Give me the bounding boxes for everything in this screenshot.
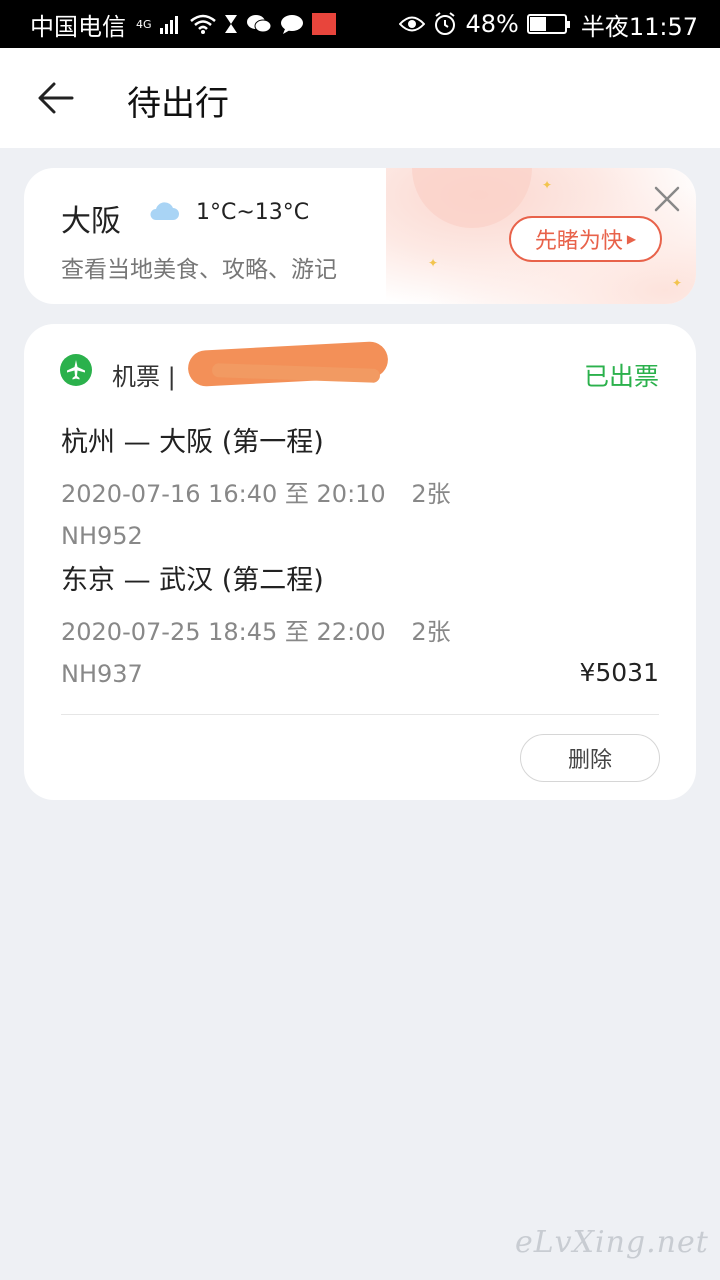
leg-datetime-text: 2020-07-25 18:45 至 22:00 <box>61 618 386 646</box>
cloud-icon <box>148 200 180 226</box>
arrow-left-icon <box>38 82 74 114</box>
hourglass-icon <box>224 14 238 34</box>
divider <box>61 714 659 715</box>
promo-label: 先睹为快 <box>534 229 623 254</box>
leg-route: 杭州 — 大阪 (第一程) <box>61 427 324 458</box>
page-title: 待出行 <box>127 84 229 124</box>
close-button[interactable] <box>654 186 680 212</box>
page-header: 待出行 <box>0 48 720 148</box>
star-decoration: ✦ <box>542 178 553 192</box>
leg-flight-number: NH937 <box>61 660 143 688</box>
status-right: 48% 半夜11:57 <box>399 7 698 42</box>
clock-time: 半夜11:57 <box>580 12 698 41</box>
alarm-icon <box>433 12 457 36</box>
network-type: 4G <box>136 17 152 31</box>
signal-icon <box>159 14 182 34</box>
leg-route: 东京 — 武汉 (第二程) <box>61 565 324 596</box>
back-button[interactable] <box>36 78 76 118</box>
order-price: ¥5031 <box>579 658 659 687</box>
status-left: 中国电信 4G <box>30 7 336 42</box>
leg-flight-number: NH952 <box>61 522 143 550</box>
close-icon <box>654 186 680 212</box>
star-decoration: ✦ <box>428 256 439 270</box>
leg-ticket-count: 2张 <box>411 480 451 508</box>
message-icon <box>280 14 304 34</box>
leg-datetime: 2020-07-16 16:40 至 20:10 2张 <box>61 474 451 509</box>
carrier-name: 中国电信 <box>30 12 126 41</box>
promo-button[interactable]: 先睹为快 ▶ <box>509 216 662 262</box>
delete-button[interactable]: 删除 <box>520 734 660 782</box>
leg-datetime-text: 2020-07-16 16:40 至 20:10 <box>61 480 386 508</box>
eye-icon <box>399 15 426 33</box>
app-notification-icon <box>311 13 336 35</box>
triangle-right-icon: ▶ <box>626 232 637 246</box>
destination-subtitle[interactable]: 查看当地美食、攻略、游记 <box>61 250 337 284</box>
temperature-range: 1°C~13°C <box>196 200 310 225</box>
battery-percent: 48% <box>465 10 519 38</box>
watermark: eLvXing.net <box>515 1225 709 1260</box>
wechat-icon <box>246 14 272 34</box>
order-type-label: 机票 | <box>112 363 176 391</box>
battery-icon <box>526 14 570 34</box>
destination-city: 大阪 <box>61 204 121 239</box>
star-decoration: ✦ <box>672 276 683 290</box>
airplane-icon <box>60 354 92 386</box>
leg-datetime: 2020-07-25 18:45 至 22:00 2张 <box>61 612 451 647</box>
flight-order-card[interactable]: 机票 | 已出票 杭州 — 大阪 (第一程) 2020-07-16 16:40 … <box>24 324 696 800</box>
wifi-icon <box>189 14 216 34</box>
leg-ticket-count: 2张 <box>411 618 451 646</box>
ticket-status: 已出票 <box>583 362 659 391</box>
status-bar: 中国电信 4G 48% 半夜11:57 <box>0 0 720 48</box>
destination-card[interactable]: ✦ ✦ ✦ 大阪 1°C~13°C 查看当地美食、攻略、游记 先睹为快 ▶ <box>24 168 696 304</box>
